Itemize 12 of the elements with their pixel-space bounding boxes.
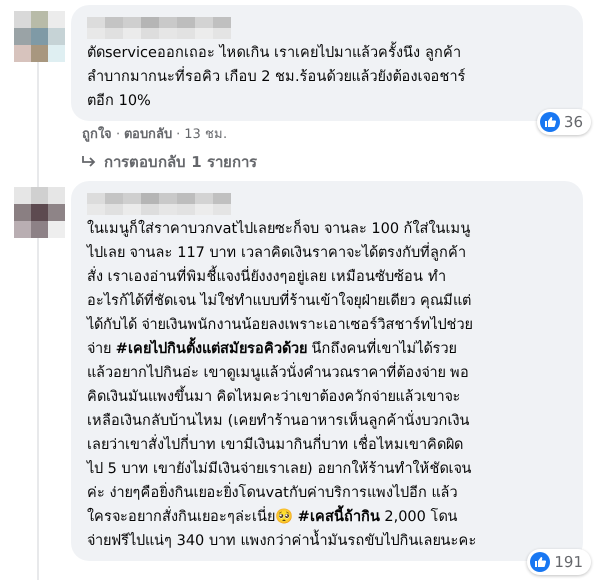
thumbs-up-icon xyxy=(540,112,560,132)
thumbs-up-icon xyxy=(530,552,550,572)
comment-text: ในเมนูก็ใส่ราคาบวกvatไปเลยซะก็จบ จานละ 100 ก้ใส่ในเมนู ไปเลย จานละ 117 บาท เวลาคิดเงินราคาจะได้ตรงกับที่ลูกค้า สั่ง เราเองอ่านที่พิมชี้แจงนี่ยังงงๆอยู่เลย เหมือนซับซ้อน ทำ อะไรก้ได้ที่ชัดเจน ไม่ใช่ทำแบบที่ร้านเข้าใจยุฝ่ายเดียว คุณมีแต่ ได้กับได้ จ่ายเงินพนักงานน้อยลงเพราะเอาเซอร์วิสชาร์ทไปช่วย จ่าย #เคยไปกินตั้งแต่สมัยรอคิวด้วย นึกถึงคนที่เขาไม่ได้รวย แล้วอยากไปกินอ่ะ เขาดูเมนูแล้วนั่งคำนวณราคาที่ต้องจ่าย พอ คิดเงินมันแพงขึ้นมา คิดไหมคะว่าเขาต้องควักจ่ายแล้วเขาจะ เหลือเงินกลับบ้านไหม (เคยทำร้านอาหารเห็นลูกค้านั่งบวกเงิน เลยว่าเขาสั่งไปกี่บาท เขามีเงินมากินกี่บาท เชื่อไหมเขาคิดผิด ไป 5 บาท เขายังไม่มีเงินจ่ายเราเลย) อยากให้ร้านทำให้ชัดเจน ค่ะ ง่ายๆคือยิ่งกินเยอะยิ่งโดนvatกับค่าบริการแพงไปอีก แล้ว ใครจะอยากสั่งกินเยอะๆล่ะเนี่ย🥺 #เคสนี้ถ้ากิน 2,000 โดน จ่ายฟรีไปแน่ๆ 340 บาท แพงกว่าค่าน้ำมันรถขับไปกินเลยนะคะ xyxy=(87,218,478,551)
view-replies-link[interactable]: การตอบกลับ 1 รายการ xyxy=(104,150,257,173)
reply-link[interactable]: ตอบกลับ xyxy=(124,125,172,144)
separator-dot: · xyxy=(116,126,120,144)
like-link[interactable]: ถูกใจ xyxy=(82,125,112,144)
comment-time: 13 ชม. xyxy=(184,126,228,144)
reaction-count[interactable]: 36 xyxy=(536,108,591,135)
separator-dot: · xyxy=(176,126,180,144)
reaction-count[interactable]: 191 xyxy=(527,548,591,575)
reply-arrow-icon xyxy=(82,156,96,168)
